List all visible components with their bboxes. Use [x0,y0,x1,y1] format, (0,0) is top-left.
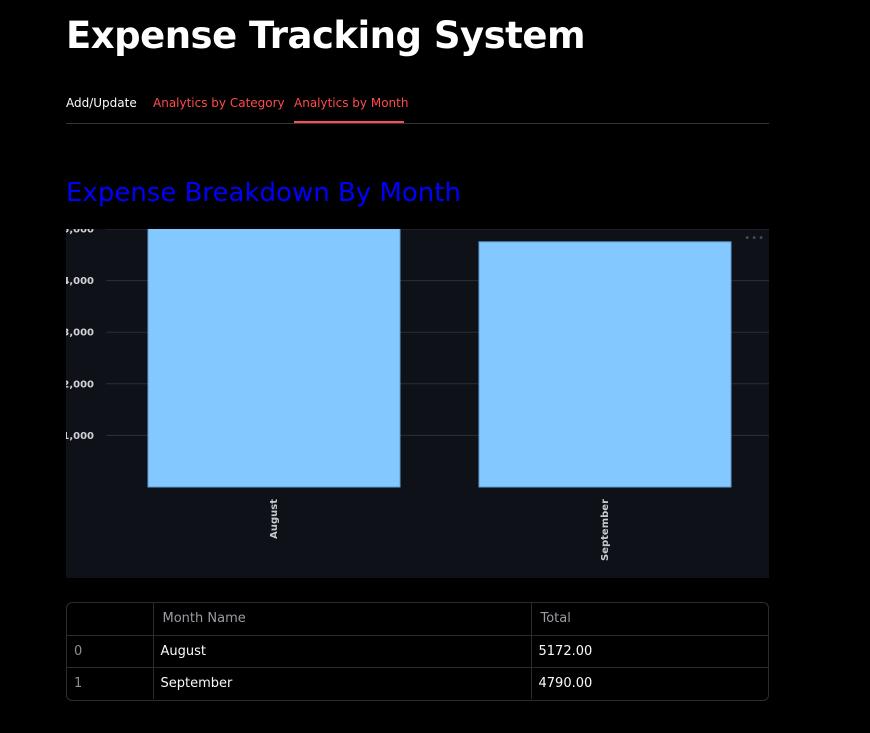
bar-september[interactable] [478,241,732,488]
table-header-row: Month Name Total [67,603,768,636]
row-index-cell: 0 [67,635,154,668]
column-header-index[interactable] [67,603,154,636]
tab-bar: Add/Update Analytics by Category Analyti… [66,86,769,124]
y-tick-label: 2,000 [66,379,94,390]
data-table[interactable]: Month Name Total 0 August 5172.00 1 Sept… [66,602,769,701]
column-header-total[interactable]: Total [531,603,768,636]
y-tick-label: 4,000 [66,276,94,287]
table-row[interactable]: 1 September 4790.00 [67,667,768,699]
column-header-month-name[interactable]: Month Name [153,603,532,636]
bar-chart-svg: 1,000 2,000 3,000 4,000 5,000 August September [66,229,769,561]
bar-august[interactable] [147,229,401,488]
app-page: Expense Tracking System Add/Update Analy… [0,0,870,733]
month-cell[interactable]: September [153,667,532,699]
table-row[interactable]: 0 August 5172.00 [67,635,768,668]
x-tick-label: August [269,499,280,539]
row-index-cell: 1 [67,667,154,699]
total-cell[interactable]: 4790.00 [531,667,768,699]
total-cell[interactable]: 5172.00 [531,635,768,668]
y-tick-label: 5,000 [66,229,94,236]
section-heading: Expense Breakdown By Month [66,178,461,208]
tab-add-update[interactable]: Add/Update [66,96,137,110]
active-tab-indicator [294,121,404,123]
month-cell[interactable]: August [153,635,532,668]
x-tick-label: September [600,499,611,561]
tab-analytics-by-category[interactable]: Analytics by Category [153,96,285,110]
page-title: Expense Tracking System [66,14,586,57]
bar-chart[interactable]: 1,000 2,000 3,000 4,000 5,000 August September… [66,229,769,578]
more-horizontal-icon[interactable]: ••• [744,233,765,244]
tab-analytics-by-month[interactable]: Analytics by Month [294,96,408,110]
y-tick-label: 1,000 [66,431,94,442]
y-tick-label: 3,000 [66,328,94,339]
